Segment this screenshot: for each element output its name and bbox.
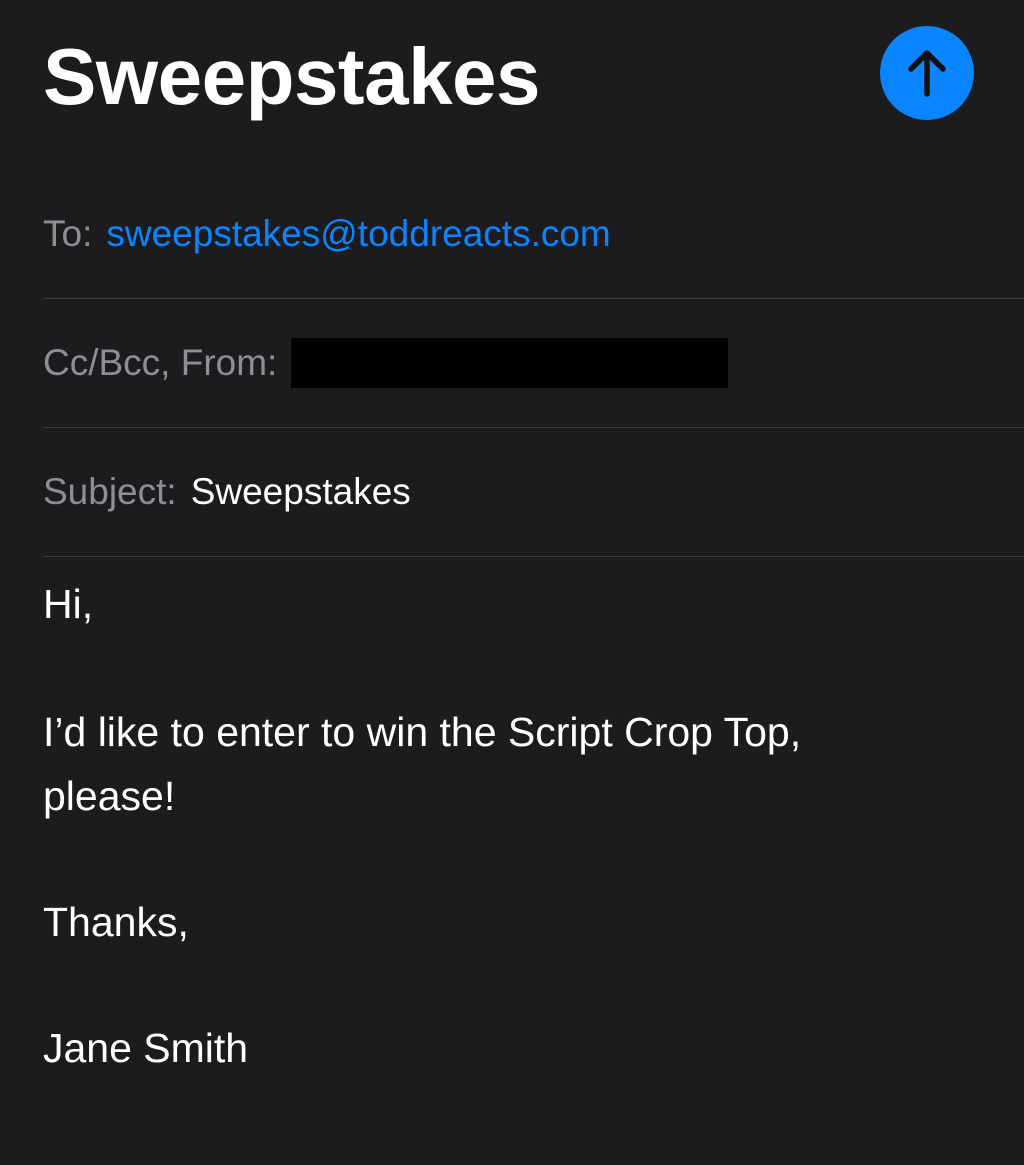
body-message-line-1: I’d like to enter to win the Script Crop… xyxy=(43,709,802,755)
arrow-up-icon xyxy=(908,50,946,97)
from-redacted-block xyxy=(291,338,729,388)
to-label: To: xyxy=(43,213,93,254)
subject-input[interactable]: Sweepstakes xyxy=(191,471,411,513)
send-button[interactable] xyxy=(880,26,974,120)
subject-label: Subject: xyxy=(43,471,177,512)
to-recipient[interactable]: sweepstakes@toddreacts.com xyxy=(106,213,610,255)
body-closing: Thanks, xyxy=(43,899,189,945)
body-greeting: Hi, xyxy=(43,581,94,627)
to-field-row[interactable]: To: sweepstakes@toddreacts.com xyxy=(43,170,1024,299)
body-message-line-2: please! xyxy=(43,773,176,819)
cc-bcc-from-field-row[interactable]: Cc/Bcc, From: xyxy=(43,299,1024,428)
message-body[interactable]: Hi, I’d like to enter to win the Script … xyxy=(43,572,943,1080)
compose-title: Sweepstakes xyxy=(43,32,541,121)
body-signature: Jane Smith xyxy=(43,1025,249,1071)
subject-field-row[interactable]: Subject: Sweepstakes xyxy=(43,428,1024,557)
cc-bcc-from-label: Cc/Bcc, From: xyxy=(43,342,278,383)
